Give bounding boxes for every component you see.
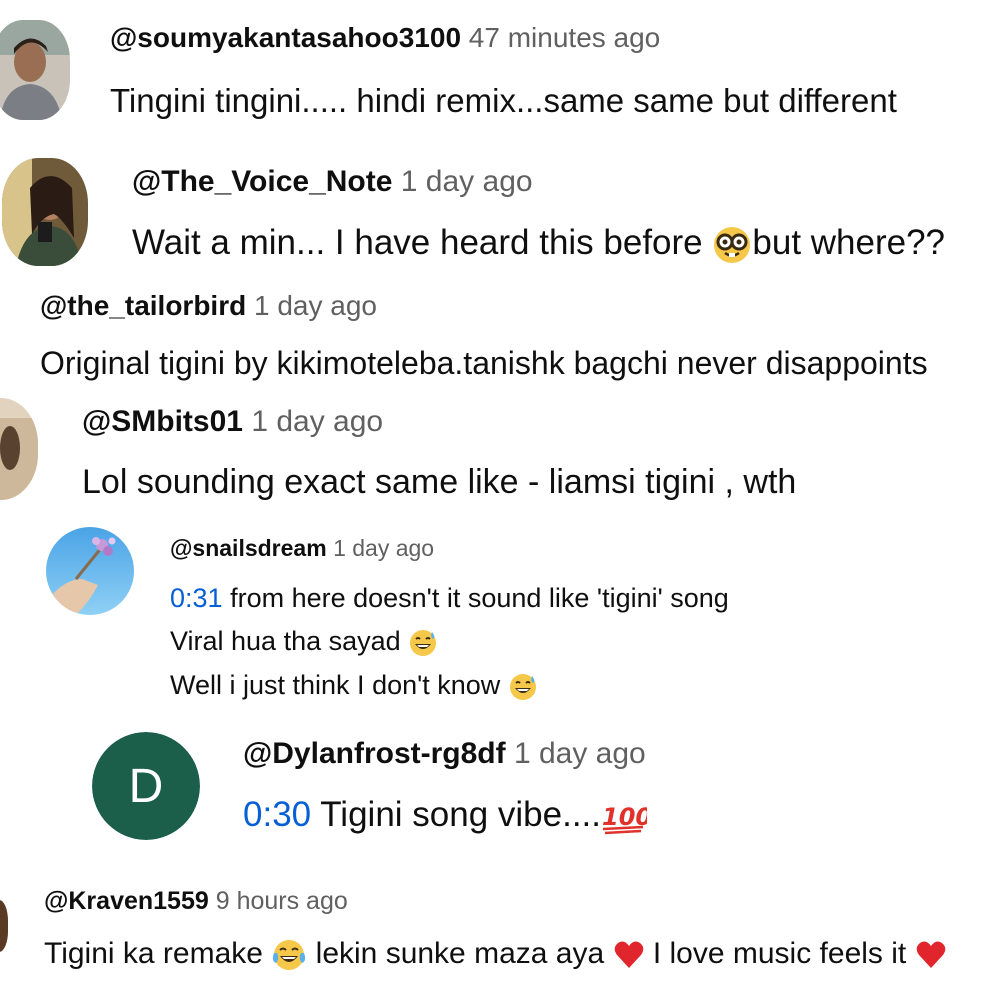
comment-time[interactable]: 9 hours ago	[216, 887, 348, 915]
comment-text-line: Well i just think I don't know	[170, 670, 538, 702]
timestamp-link[interactable]: 0:30	[243, 795, 311, 834]
comment-time[interactable]: 47 minutes ago	[469, 22, 660, 53]
comment-text-line: 0:31 from here doesn't it sound like 'ti…	[170, 583, 729, 613]
grinning-sweat-emoji	[508, 672, 538, 702]
comment-time[interactable]: 1 day ago	[333, 535, 434, 561]
comment-author[interactable]: @snailsdream	[170, 535, 327, 561]
comment-author[interactable]: @SMbits01	[82, 405, 243, 438]
user-avatar[interactable]	[2, 158, 88, 266]
comment-time[interactable]: 1 day ago	[254, 290, 377, 321]
comment-time[interactable]: 1 day ago	[514, 737, 646, 770]
user-avatar[interactable]	[0, 20, 70, 120]
comment-time[interactable]: 1 day ago	[401, 165, 533, 198]
grinning-sweat-emoji	[408, 628, 438, 658]
comment-text: 0:30 Tigini song vibe.... 100	[243, 795, 647, 837]
comment-time[interactable]: 1 day ago	[251, 405, 383, 438]
user-avatar[interactable]	[46, 527, 134, 615]
comment-author[interactable]: @the_tailorbird	[40, 290, 246, 321]
hundred-points-emoji: 100	[601, 797, 647, 837]
user-avatar[interactable]: D	[92, 732, 200, 840]
red-heart-emoji	[613, 940, 645, 970]
user-avatar[interactable]	[0, 398, 38, 500]
user-avatar[interactable]	[0, 900, 8, 952]
comment-text-line: Viral hua tha sayad	[170, 626, 438, 658]
tears-of-joy-emoji	[271, 937, 307, 973]
comment-text: Original tigini by kikimoteleba.tanishk …	[40, 345, 928, 381]
comment-text: Tigini ka remake lekin sunke maza aya I …	[44, 937, 947, 973]
comment-author[interactable]: @The_Voice_Note	[132, 165, 392, 198]
comment-author[interactable]: @soumyakantasahoo3100	[110, 22, 461, 53]
avatar-letter: D	[128, 759, 164, 813]
timestamp-link[interactable]: 0:31	[170, 583, 223, 613]
nerd-face-emoji	[712, 225, 752, 265]
red-heart-emoji	[915, 940, 947, 970]
comment-author[interactable]: @Kraven1559	[44, 887, 209, 915]
comment-text: Lol sounding exact same like - liamsi ti…	[82, 463, 797, 501]
comment-author[interactable]: @Dylanfrost-rg8df	[243, 737, 506, 770]
comment-text: Tingini tingini..... hindi remix...same …	[110, 82, 897, 119]
comment-text: Wait a min... I have heard this before b…	[132, 223, 945, 265]
